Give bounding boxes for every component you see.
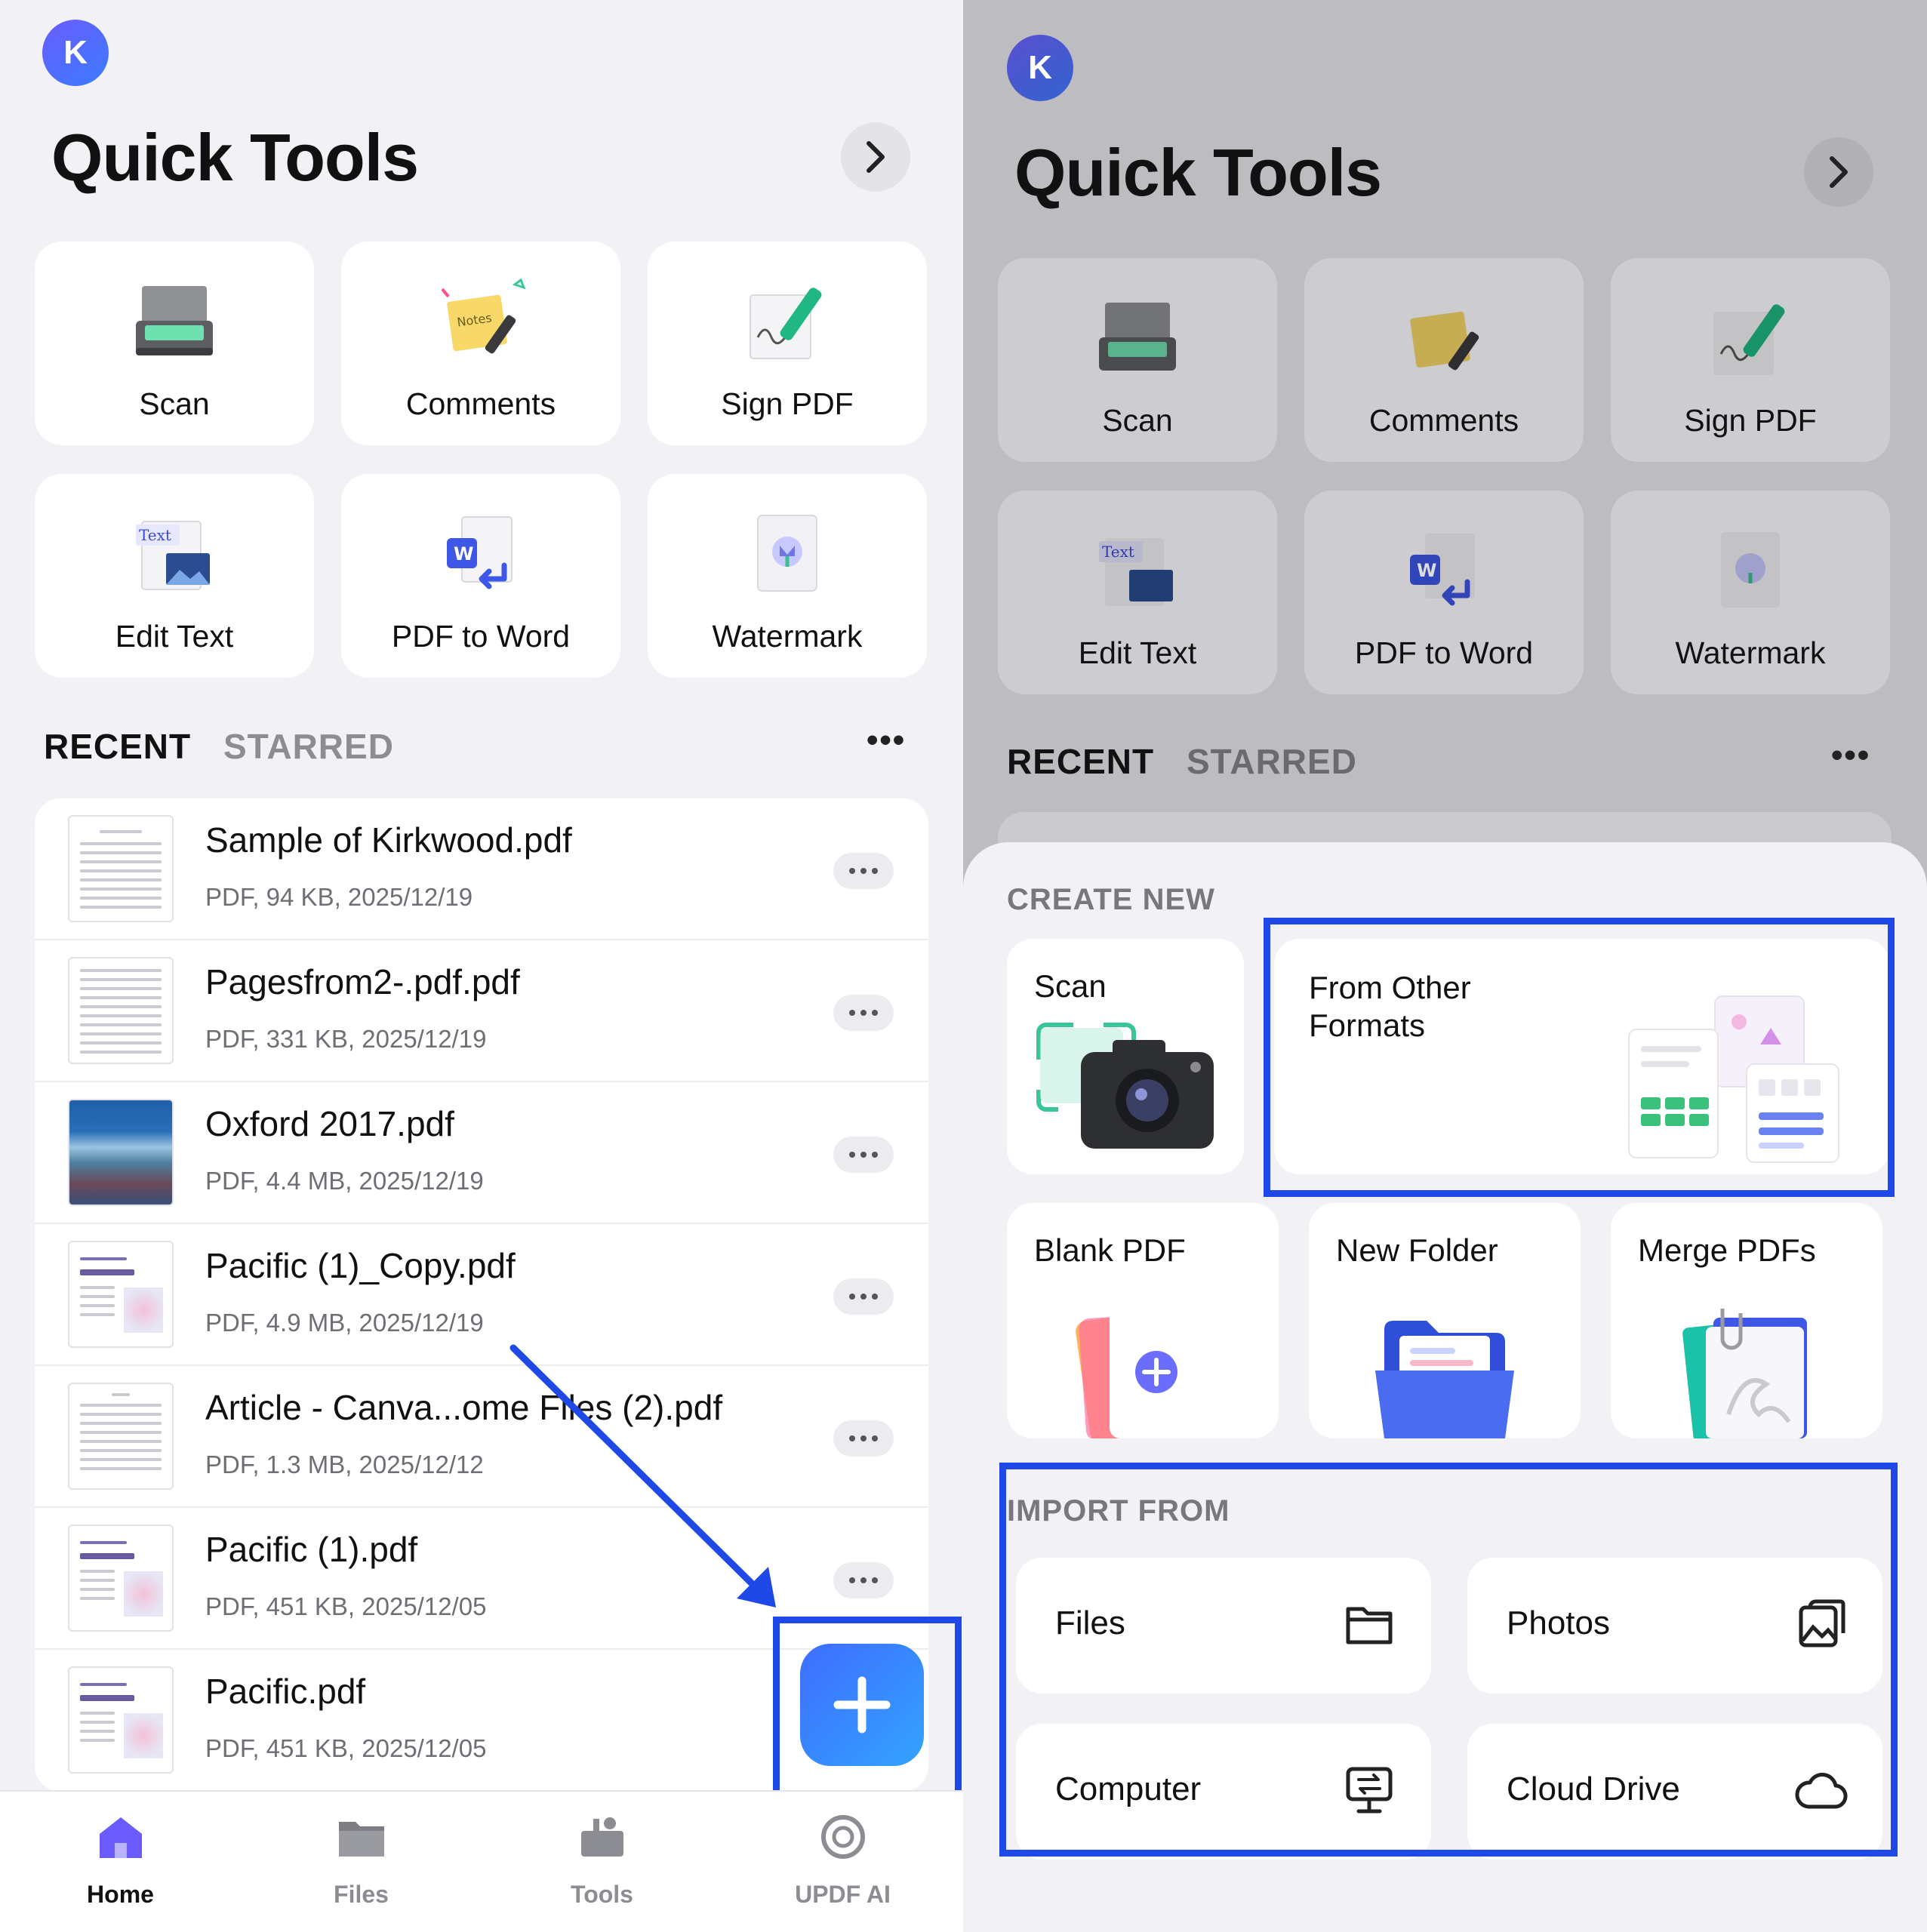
- tool-comments: Comments: [1304, 258, 1584, 462]
- blank-pdf-icon: [1076, 1306, 1200, 1438]
- tab-label: Files: [334, 1881, 389, 1908]
- create-scan-card[interactable]: Scan: [1007, 939, 1244, 1174]
- svg-text:Text: Text: [1102, 543, 1134, 561]
- ai-icon: [820, 1815, 865, 1859]
- watermark-icon: [1721, 532, 1780, 608]
- tab-label: UPDF AI: [795, 1881, 891, 1908]
- tab-home[interactable]: Home: [0, 1792, 241, 1932]
- tool-label: PDF to Word: [1354, 635, 1534, 670]
- tab-recent: RECENT: [1007, 742, 1155, 781]
- card-label: New Folder: [1336, 1232, 1498, 1268]
- page-title: Quick Tools: [1014, 135, 1382, 210]
- home-icon: [99, 1817, 142, 1858]
- edit-text-icon: Text: [1099, 538, 1173, 606]
- avatar: K: [1007, 35, 1073, 101]
- card-label: Merge PDFs: [1638, 1232, 1816, 1268]
- quick-tools-more-button: [1804, 137, 1873, 207]
- home-screen: K Quick Tools Scan Notes Comments Sign P…: [0, 0, 963, 1932]
- tool-edit-text: Text Edit Text: [998, 491, 1277, 694]
- scanner-icon: [1099, 303, 1176, 371]
- folder-icon: [338, 1822, 384, 1857]
- tab-updf-ai[interactable]: UPDF AI: [722, 1792, 963, 1932]
- create-blank-pdf-card[interactable]: Blank PDF: [1007, 1203, 1279, 1438]
- tab-starred: STARRED: [1187, 742, 1357, 781]
- card-label: Scan: [1034, 968, 1107, 1004]
- tool-watermark: Watermark: [1611, 491, 1890, 694]
- svg-text:W: W: [1417, 560, 1436, 581]
- tool-scan: Scan: [998, 258, 1277, 462]
- section-create-new: CREATE NEW: [1007, 883, 1215, 916]
- import-from-highlight: [999, 1463, 1898, 1857]
- tool-label: Sign PDF: [1684, 403, 1817, 438]
- merge-pdfs-icon: [1682, 1309, 1807, 1438]
- bottom-tab-bar: Home Files Tools UPDF AI: [0, 1790, 963, 1932]
- tab-tools[interactable]: Tools: [482, 1792, 722, 1932]
- camera-icon: [1036, 1023, 1214, 1149]
- plus-icon: [833, 1676, 891, 1734]
- tool-pdf-to-word: W PDF to Word: [1304, 491, 1584, 694]
- create-bottom-sheet: CREATE NEW Scan From Other Formats Blank…: [963, 842, 1927, 1932]
- signature-pen-icon: [1713, 304, 1785, 375]
- add-button[interactable]: [800, 1644, 924, 1766]
- from-other-formats-highlight: [1264, 918, 1895, 1197]
- list-options-button: •••: [1831, 737, 1871, 774]
- tool-label: Comments: [1368, 403, 1519, 438]
- chevron-right-icon: [1830, 156, 1848, 188]
- card-label: Blank PDF: [1034, 1232, 1186, 1268]
- tab-label: Tools: [571, 1881, 633, 1908]
- tab-label: Home: [87, 1881, 154, 1908]
- create-new-folder-card[interactable]: New Folder: [1309, 1203, 1581, 1438]
- tool-label: Scan: [1102, 403, 1173, 438]
- word-document-icon: W: [1410, 534, 1475, 606]
- create-sheet-screen: K Quick Tools Scan Comments Sign PDF Tex…: [963, 0, 1927, 1932]
- tab-files[interactable]: Files: [241, 1792, 482, 1932]
- tool-label: Edit Text: [1078, 635, 1197, 670]
- notes-icon: [1410, 311, 1479, 371]
- toolbox-icon: [580, 1817, 623, 1857]
- folder-icon: [1375, 1321, 1514, 1438]
- tool-sign-pdf: Sign PDF: [1611, 258, 1890, 462]
- tool-label: Watermark: [1675, 635, 1826, 670]
- create-merge-pdfs-card[interactable]: Merge PDFs: [1611, 1203, 1882, 1438]
